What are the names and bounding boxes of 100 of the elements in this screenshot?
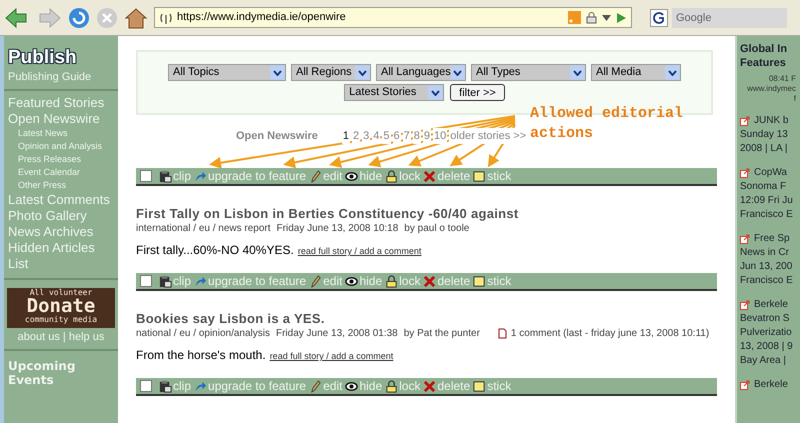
nav-sublink[interactable]: Event Calendar xyxy=(8,166,114,178)
filter-dropdown[interactable]: All Regions xyxy=(291,64,371,81)
filter-button[interactable]: filter >> xyxy=(450,84,505,101)
home-icon[interactable] xyxy=(124,6,148,28)
document-icon xyxy=(498,328,507,339)
cross-icon xyxy=(423,274,436,288)
page-link[interactable]: 10 xyxy=(433,128,448,144)
nav-sublink[interactable]: Other Press xyxy=(8,178,114,192)
action-link[interactable]: lock xyxy=(399,377,420,395)
filter-dropdown[interactable]: All Topics xyxy=(168,64,286,81)
external-link-icon xyxy=(740,168,750,178)
action-link[interactable]: clip xyxy=(173,167,192,185)
search-engine-icon[interactable] xyxy=(650,8,668,26)
features-heading: Global In xyxy=(740,42,788,56)
action-link[interactable]: edit xyxy=(323,377,342,395)
feature-text: Pulverizatio xyxy=(740,326,793,340)
nav-sublink[interactable]: Latest News xyxy=(8,126,114,140)
action-link[interactable]: stick xyxy=(487,377,512,395)
feed-meta-text: f xyxy=(794,94,796,104)
dropdown-caret-icon[interactable] xyxy=(602,14,611,20)
filter-dropdown[interactable]: Latest Stories xyxy=(344,84,444,101)
donate-banner[interactable]: All volunteer Donate community media xyxy=(7,288,115,328)
read-more-link[interactable]: read full story / add a comment xyxy=(270,350,394,364)
select-checkbox[interactable] xyxy=(140,170,152,182)
action-link[interactable]: clip xyxy=(173,377,192,395)
padlock-icon xyxy=(585,11,598,24)
action-link[interactable]: lock xyxy=(399,272,420,290)
feature-link[interactable]: Berkele xyxy=(754,298,788,312)
action-link[interactable]: hide xyxy=(359,272,382,290)
nav-sublink[interactable]: Opinion and Analysis xyxy=(8,140,114,152)
older-stories-link[interactable]: older stories >> xyxy=(449,128,528,144)
external-link-icon xyxy=(740,300,750,310)
action-link[interactable]: delete xyxy=(437,377,470,395)
nav-link[interactable]: Open Newswire xyxy=(8,110,113,126)
curved-arrow-icon xyxy=(194,380,208,392)
rss-icon[interactable] xyxy=(568,11,581,24)
feed-meta-text: 08:41 F xyxy=(768,74,796,84)
action-link[interactable]: clip xyxy=(173,272,192,290)
action-link[interactable]: hide xyxy=(359,167,382,185)
publish-heading[interactable]: Publish xyxy=(8,48,114,67)
action-link[interactable]: delete xyxy=(437,272,470,290)
curved-arrow-icon xyxy=(194,274,208,288)
story-summary: From the horse's mouth. xyxy=(136,347,266,364)
select-checkbox[interactable] xyxy=(140,275,152,287)
nav-link[interactable]: Featured Stories xyxy=(8,94,113,110)
filter-dropdown[interactable]: All Types xyxy=(471,64,586,81)
feature-text: News in Cr xyxy=(740,246,790,260)
newswire-label: Open Newswire xyxy=(236,128,318,144)
nav-link[interactable]: Latest Comments xyxy=(8,192,113,208)
action-link[interactable]: upgrade to feature xyxy=(208,377,306,395)
feature-link[interactable]: CopWa xyxy=(754,166,787,180)
read-more-link[interactable]: read full story / add a comment xyxy=(298,245,422,258)
features-heading: Features xyxy=(740,56,787,70)
nav-link[interactable]: Photo Gallery xyxy=(8,208,113,224)
feature-link[interactable]: JUNK b xyxy=(754,114,788,128)
eye-icon xyxy=(345,380,358,392)
story-category: national / eu / opinion/analysis xyxy=(136,327,270,340)
page-link[interactable]: 9 xyxy=(422,128,432,144)
filter-dropdown[interactable]: All Languages xyxy=(376,64,466,81)
story-title[interactable]: First Tally on Lisbon in Berties Constituency -60/40 against xyxy=(136,206,717,222)
nav-link[interactable]: News Archives xyxy=(8,224,113,240)
action-link[interactable]: edit xyxy=(323,272,342,290)
action-link[interactable]: lock xyxy=(399,167,420,185)
external-link-icon xyxy=(740,380,750,390)
url-text: https://www.indymedia.ie/openwire xyxy=(177,10,347,26)
filter-dropdown[interactable]: All Media xyxy=(591,64,681,81)
cross-icon xyxy=(423,380,436,392)
feature-text: 2008 | LA | xyxy=(740,142,788,156)
annotation-text: Allowed editorial actions xyxy=(530,104,684,144)
feature-text: Sonoma F xyxy=(740,180,788,194)
nav-sublink[interactable]: Press Releases xyxy=(8,152,114,166)
action-link[interactable]: upgrade to feature xyxy=(208,272,306,290)
action-link[interactable]: delete xyxy=(437,167,470,185)
feed-meta-text: www.indymec xyxy=(747,84,796,94)
story-date: Friday June 13, 2008 10:18 xyxy=(276,222,398,235)
external-link-icon xyxy=(740,116,750,126)
action-link[interactable]: edit xyxy=(323,167,342,185)
about-help-links[interactable]: about us | help us xyxy=(18,328,104,345)
guide-link[interactable]: Publishing Guide xyxy=(8,69,114,86)
action-link[interactable]: stick xyxy=(487,272,512,290)
go-arrow-icon[interactable] xyxy=(615,12,627,24)
eye-icon xyxy=(345,170,358,182)
feature-text: Francisco E xyxy=(740,208,794,222)
search-field[interactable]: Google xyxy=(672,8,787,28)
page-link[interactable]: 8 xyxy=(412,128,421,144)
feature-link[interactable]: Free Sp xyxy=(754,232,790,246)
nav-link[interactable]: Hidden Articles List xyxy=(8,240,113,272)
action-link[interactable]: hide xyxy=(359,377,382,395)
story-author: by paul o toole xyxy=(404,222,470,235)
story-summary: First tally...60%-NO 40%YES. xyxy=(136,242,294,259)
feature-text: Bevatron S xyxy=(740,312,790,326)
select-checkbox[interactable] xyxy=(140,380,152,392)
action-link[interactable]: stick xyxy=(487,167,512,185)
story-author: by Pat the punter xyxy=(404,327,480,340)
action-link[interactable]: upgrade to feature xyxy=(208,167,306,185)
story-category: international / eu / news report xyxy=(136,222,271,235)
story-title[interactable]: Bookies say Lisbon is a YES. xyxy=(136,311,717,327)
reload-icon[interactable] xyxy=(68,6,90,28)
address-bar[interactable]: https://www.indymedia.ie/openwire xyxy=(154,7,632,28)
feature-link[interactable]: Berkele xyxy=(754,378,788,392)
